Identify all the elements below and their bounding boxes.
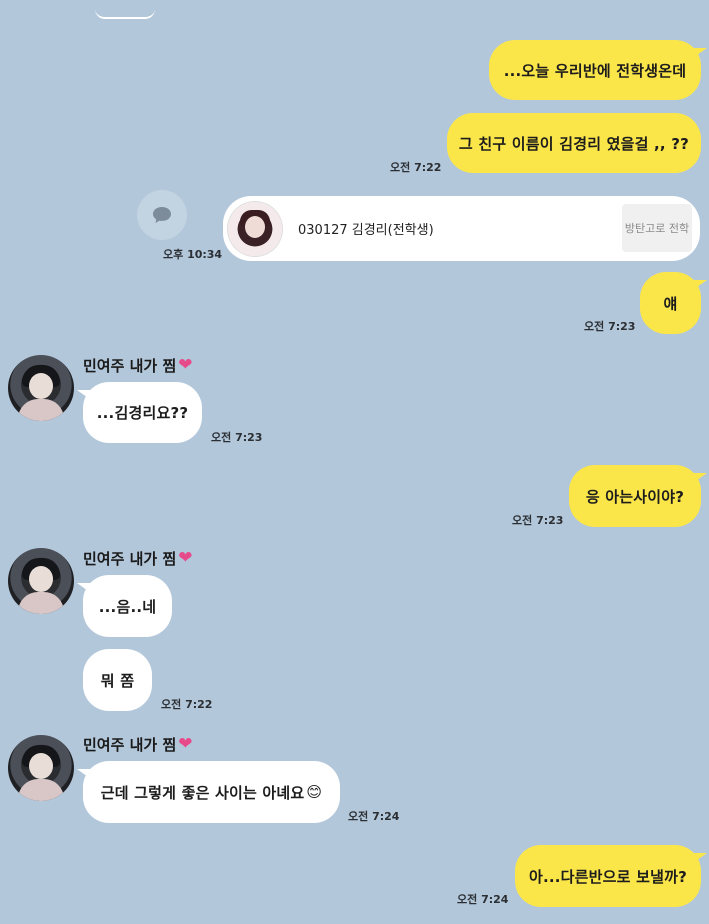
sender-name: 민여주 내가 찜 ❤: [83, 734, 193, 755]
message-timestamp: 오후 10:34: [163, 248, 223, 261]
comment-button[interactable]: [137, 190, 187, 240]
message-timestamp: 오전 7:24: [457, 893, 509, 906]
message-text: ...오늘 우리반에 전학생온데: [503, 61, 687, 80]
avatar[interactable]: [8, 735, 74, 801]
my-message-bubble[interactable]: 응 아는사이야?: [569, 465, 707, 527]
sender-name: 민여주 내가 찜 ❤: [83, 355, 193, 376]
avatar[interactable]: [8, 355, 74, 421]
message-text: ...김경리요??: [96, 404, 189, 422]
message-timestamp: 오전 7:23: [211, 431, 263, 444]
message-text: 뭐 쫌: [100, 671, 135, 690]
their-message-bubble[interactable]: ...김경리요??: [77, 382, 202, 443]
heart-icon: ❤: [178, 548, 193, 568]
their-message-bubble[interactable]: 근데 그렇게 좋은 사이는 아녜요 😊: [77, 761, 340, 823]
message-text: 근데 그렇게 좋은 사이는 아녜요: [100, 783, 305, 802]
heart-icon: ❤: [178, 355, 193, 375]
shared-profile-card[interactable]: 030127 김경리(전학생) 방탄고로 전학: [223, 196, 700, 261]
card-title: 030127 김경리(전학생): [298, 223, 434, 238]
heart-icon: ❤: [178, 734, 193, 754]
card-action-button[interactable]: 방탄고로 전학: [622, 204, 692, 252]
avatar[interactable]: [8, 548, 74, 614]
my-message-bubble[interactable]: 아...다른반으로 보낼까?: [515, 845, 707, 907]
my-message-bubble[interactable]: 그 친구 이름이 김경리 였을걸 ,, ??: [447, 113, 701, 173]
message-timestamp: 오전 7:23: [512, 514, 564, 527]
speech-bubble-icon: [153, 207, 171, 223]
message-text: 응 아는사이야?: [585, 487, 685, 506]
sender-name: 민여주 내가 찜 ❤: [83, 548, 193, 569]
message-timestamp: 오전 7:22: [161, 698, 213, 711]
smile-emoji-icon: 😊: [306, 783, 323, 801]
message-text: 그 친구 이름이 김경리 였을걸 ,, ??: [458, 134, 690, 153]
previous-bubble-edge: [95, 9, 155, 19]
message-text: 아...다른반으로 보낼까?: [528, 867, 688, 886]
message-timestamp: 오전 7:23: [584, 320, 636, 333]
card-avatar: [228, 202, 282, 256]
message-text: 얘: [663, 294, 678, 313]
message-timestamp: 오전 7:24: [348, 810, 400, 823]
their-message-bubble[interactable]: ...음..네: [77, 575, 172, 637]
message-timestamp: 오전 7:22: [390, 161, 442, 174]
message-text: ...음..네: [98, 597, 157, 616]
my-message-bubble[interactable]: 얘: [640, 272, 707, 334]
their-message-bubble[interactable]: 뭐 쫌: [83, 649, 152, 711]
my-message-bubble[interactable]: ...오늘 우리반에 전학생온데: [489, 40, 707, 100]
